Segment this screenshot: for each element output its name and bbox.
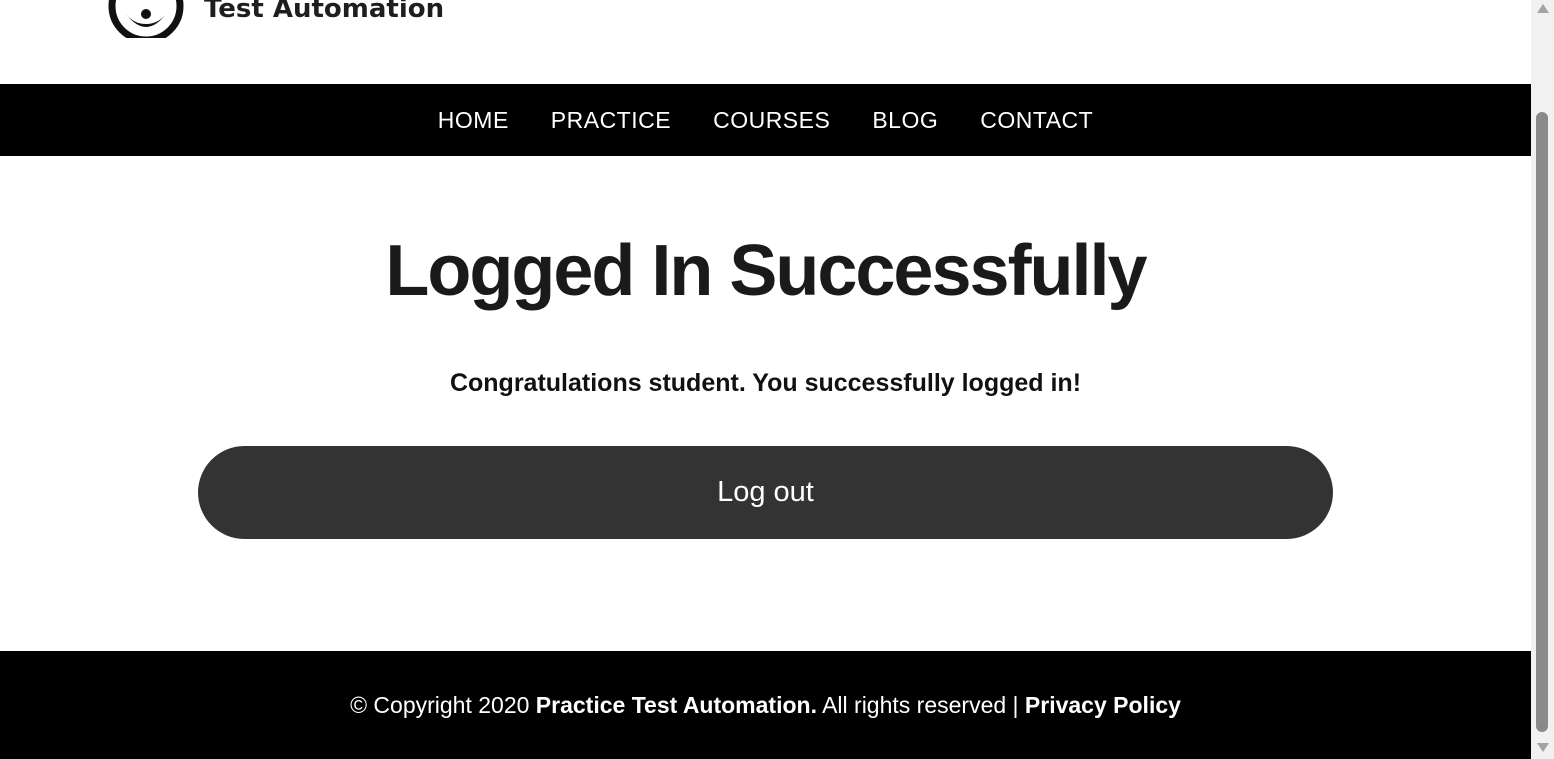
nav-item-contact[interactable]: CONTACT [980, 107, 1093, 134]
site-header: Test Automation [0, 0, 1531, 84]
main-nav: HOME PRACTICE COURSES BLOG CONTACT [0, 84, 1531, 156]
scroll-up-arrow-icon[interactable] [1537, 4, 1549, 13]
scroll-down-arrow-icon[interactable] [1537, 743, 1549, 752]
copyright-prefix: © Copyright 2020 [350, 691, 536, 718]
company-name: Practice Test Automation. [535, 691, 817, 718]
vertical-scrollbar[interactable] [1531, 0, 1554, 759]
site-footer: © Copyright 2020 Practice Test Automatio… [0, 651, 1531, 759]
privacy-policy-link[interactable]: Privacy Policy [1025, 692, 1181, 718]
logout-button[interactable]: Log out [198, 446, 1333, 539]
rights-text: All rights reserved | [816, 691, 1025, 718]
success-message: Congratulations student. You successfull… [449, 369, 1082, 397]
logo-text: Test Automation [204, 0, 445, 24]
footer-copyright: © Copyright 2020 Practice Test Automatio… [350, 692, 1181, 719]
main-content: Logged In Successfully Congratulations s… [0, 156, 1531, 651]
logo-icon [108, 0, 184, 38]
page-title: Logged In Successfully [385, 231, 1147, 311]
nav-item-home[interactable]: HOME [438, 107, 509, 134]
site-logo[interactable]: Test Automation [106, 0, 444, 38]
nav-item-courses[interactable]: COURSES [713, 107, 830, 134]
nav-item-blog[interactable]: BLOG [872, 107, 938, 134]
scrollbar-thumb[interactable] [1536, 112, 1548, 732]
page: Test Automation HOME PRACTICE COURSES BL… [0, 0, 1531, 759]
nav-item-practice[interactable]: PRACTICE [551, 107, 671, 134]
